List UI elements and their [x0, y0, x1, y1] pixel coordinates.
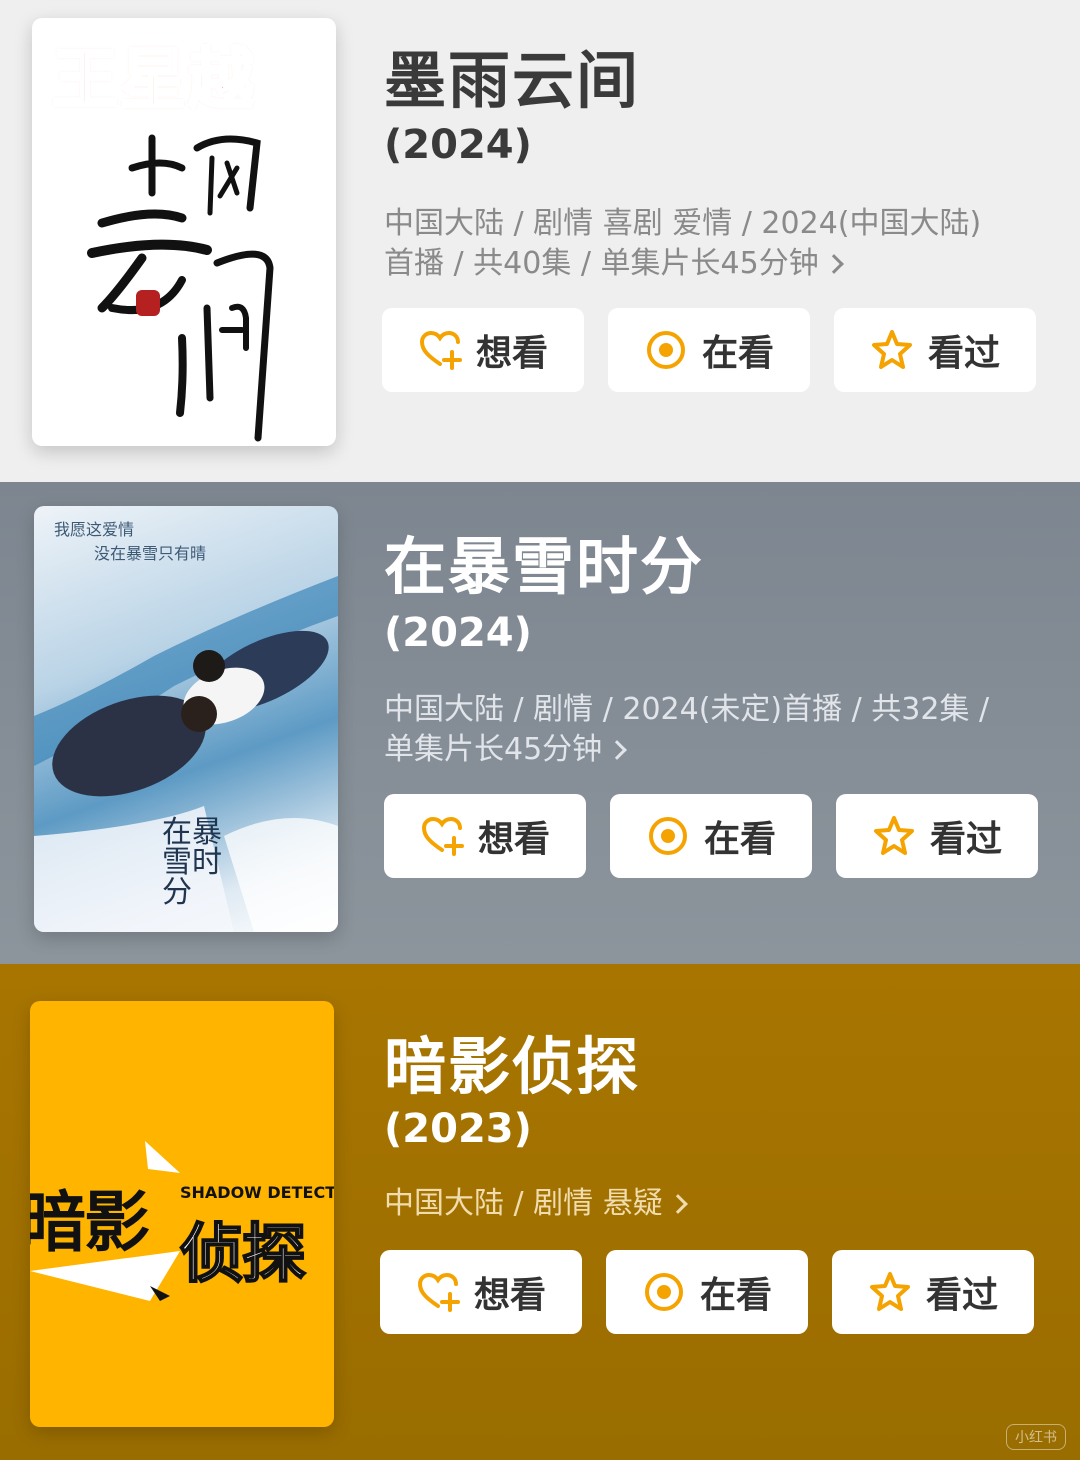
want-to-watch-label: 想看 [477, 819, 550, 860]
target-circle-icon [642, 1270, 686, 1314]
want-to-watch-label: 想看 [473, 1275, 546, 1316]
watched-label: 看过 [927, 333, 1000, 374]
want-to-watch-button[interactable]: 想看 [382, 308, 584, 392]
watching-label: 在看 [703, 819, 776, 860]
show-meta-text: 中国大陆 / 剧情 / 2024(未定)首播 / 共32集 / 单集片长45分钟 [384, 692, 990, 767]
chevron-right-icon [667, 1194, 688, 1214]
show-meta-text: 中国大陆 / 剧情 喜剧 爱情 / 2024(中国大陆)首播 / 共40集 / … [384, 206, 982, 281]
show-title[interactable]: 暗影侦探 [384, 1016, 640, 1106]
poster-image[interactable]: 王星越 [32, 18, 336, 446]
show-card-3[interactable]: 暗影 侦探 SHADOW DETECTIVE 暗影侦探 (2023) 中国大陆 … [0, 964, 1080, 1460]
watched-button[interactable]: 看过 [832, 1250, 1034, 1334]
watching-button[interactable]: 在看 [606, 1250, 808, 1334]
watching-button[interactable]: 在看 [610, 794, 812, 878]
poster-image[interactable]: 暗影 侦探 SHADOW DETECTIVE [30, 1001, 334, 1427]
want-to-watch-button[interactable]: 想看 [384, 794, 586, 878]
poster-tagline-1: 我愿这爱情 [54, 520, 135, 539]
heart-plus-icon [418, 328, 462, 372]
star-outline-icon [872, 814, 916, 858]
target-circle-icon [646, 814, 690, 858]
poster-tagline-2: 没在暴雪只有晴 [94, 544, 207, 563]
star-outline-icon [870, 328, 914, 372]
poster-logo: 在暴雪时分 [162, 815, 222, 910]
want-to-watch-label: 想看 [475, 333, 548, 374]
watched-button[interactable]: 看过 [836, 794, 1038, 878]
watched-label: 看过 [929, 819, 1002, 860]
show-year: (2024) [384, 610, 532, 656]
want-to-watch-button[interactable]: 想看 [380, 1250, 582, 1334]
watched-label: 看过 [925, 1275, 998, 1316]
poster-title-left: 暗影 [30, 1184, 150, 1261]
show-title[interactable]: 在暴雪时分 [384, 516, 704, 606]
show-title[interactable]: 墨雨云间 [384, 30, 640, 120]
show-meta[interactable]: 中国大陆 / 剧情 / 2024(未定)首播 / 共32集 / 单集片长45分钟 [384, 690, 1004, 770]
heart-plus-icon [416, 1270, 460, 1314]
target-circle-icon [644, 328, 688, 372]
poster-title-right: 侦探 [179, 1217, 307, 1293]
watching-button[interactable]: 在看 [608, 308, 810, 392]
watching-label: 在看 [701, 333, 774, 374]
watching-label: 在看 [699, 1275, 772, 1316]
show-card-2[interactable]: 我愿这爱情 没在暴雪只有晴 在暴雪时分 在暴雪时分 (2024) 中国大陆 / … [0, 482, 1080, 964]
show-year: (2024) [384, 122, 532, 168]
poster-subtitle-en: SHADOW DETECTIVE [180, 1183, 334, 1202]
show-meta[interactable]: 中国大陆 / 剧情 喜剧 爱情 / 2024(中国大陆)首播 / 共40集 / … [384, 204, 1004, 284]
show-meta-text: 中国大陆 / 剧情 悬疑 [384, 1186, 663, 1221]
poster-image[interactable]: 我愿这爱情 没在暴雪只有晴 在暴雪时分 [34, 506, 338, 932]
heart-plus-icon [420, 814, 464, 858]
chevron-right-icon [823, 254, 844, 274]
poster-overlay-text: 王星越 [51, 40, 256, 120]
show-year: (2023) [384, 1106, 532, 1152]
watermark: 小红书 [1006, 1424, 1066, 1450]
show-meta[interactable]: 中国大陆 / 剧情 悬疑 [384, 1184, 1004, 1224]
show-card-1[interactable]: 王星越 墨雨云间 (2024) 中国大陆 / 剧情 喜剧 爱情 / 2024(中… [0, 0, 1080, 482]
watched-button[interactable]: 看过 [834, 308, 1036, 392]
star-outline-icon [868, 1270, 912, 1314]
chevron-right-icon [607, 740, 628, 760]
